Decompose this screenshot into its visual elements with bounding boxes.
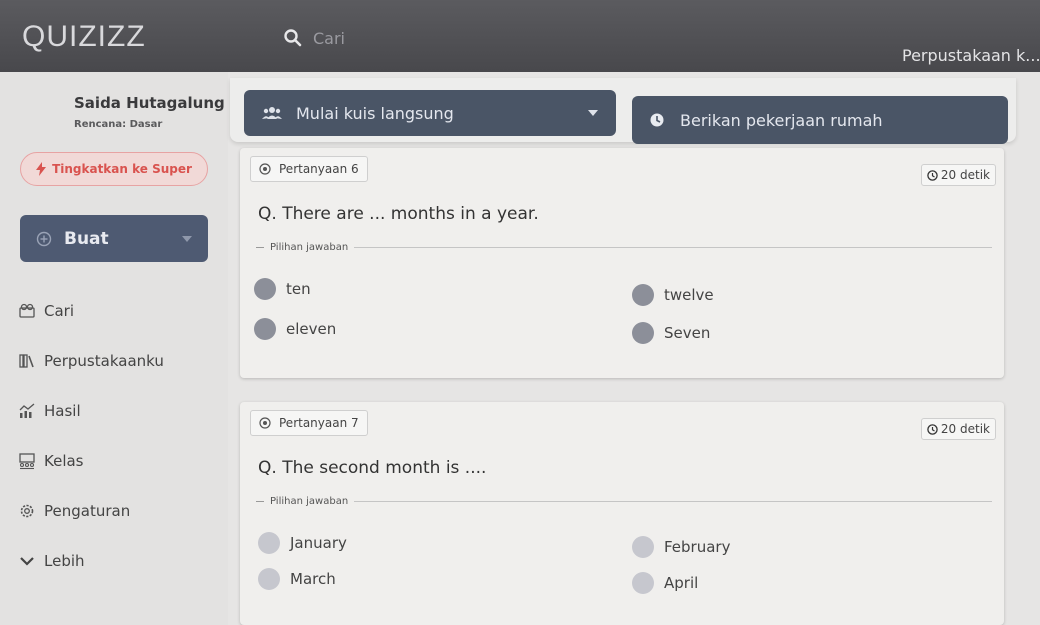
answer-choice: January <box>258 532 347 554</box>
sidebar-item-label: Kelas <box>44 452 84 470</box>
user-name[interactable]: Saida Hutagalung <box>74 94 225 112</box>
caret-down-icon <box>182 235 192 242</box>
sidebar-nav: Cari Perpustakaanku Hasil Kelas Pengatur… <box>18 286 164 586</box>
start-live-quiz-label: Mulai kuis langsung <box>296 103 454 123</box>
question-text: Q. The second month is .... <box>258 458 487 478</box>
question-card: Pertanyaan 7 20 detik Q. The second mont… <box>240 402 1004 625</box>
sidebar-item-hasil[interactable]: Hasil <box>18 386 164 436</box>
choice-radio-icon <box>632 284 654 306</box>
time-limit-badge[interactable]: 20 detik <box>920 164 996 186</box>
chart-icon <box>19 403 35 418</box>
search-input[interactable] <box>313 28 553 48</box>
answer-choices-label: Pilihan jawaban <box>256 242 992 253</box>
choice-radio-icon <box>258 532 280 554</box>
create-button[interactable]: Buat <box>20 215 208 262</box>
question-number: Pertanyaan 7 <box>279 416 359 430</box>
upgrade-button[interactable]: Tingkatkan ke Super <box>20 152 208 186</box>
choice-radio-icon <box>254 278 276 300</box>
time-limit-badge[interactable]: 20 detik <box>920 418 996 440</box>
question-number: Pertanyaan 6 <box>279 162 359 176</box>
question-number-badge: Pertanyaan 6 <box>250 156 368 182</box>
answer-choices-text: Pilihan jawaban <box>270 242 349 253</box>
sidebar-item-label: Pengaturan <box>44 502 131 520</box>
answer-choice: April <box>632 572 698 594</box>
choice-text: eleven <box>286 320 337 338</box>
answer-choice: Seven <box>632 322 710 344</box>
clock-icon <box>927 169 938 181</box>
sidebar-item-label: Perpustakaanku <box>44 352 164 370</box>
sidebar-item-label: Hasil <box>44 402 81 420</box>
sidebar-item-label: Lebih <box>44 552 85 570</box>
sidebar-item-pengaturan[interactable]: Pengaturan <box>18 486 164 536</box>
question-card: Pertanyaan 6 20 detik Q. There are ... m… <box>240 148 1004 378</box>
choice-text: April <box>664 574 699 592</box>
top-bar: QUIZIZZ Perpustakaan k... <box>0 0 1040 72</box>
sidebar-item-perpustakaanku[interactable]: Perpustakaanku <box>18 336 164 386</box>
answer-choice: February <box>632 536 730 558</box>
choice-text: March <box>290 570 336 588</box>
choice-text: ten <box>286 280 311 298</box>
user-plan: Rencana: Dasar <box>74 119 163 130</box>
target-icon <box>259 163 271 175</box>
sidebar-item-cari[interactable]: Cari <box>18 286 164 336</box>
time-limit: 20 detik <box>940 422 990 436</box>
answer-choice: March <box>258 568 336 590</box>
clock-icon <box>927 423 938 435</box>
target-icon <box>259 417 271 429</box>
answer-choice: twelve <box>632 284 714 306</box>
users-icon <box>262 107 282 119</box>
choice-radio-icon <box>632 572 654 594</box>
choice-radio-icon <box>632 322 654 344</box>
assign-homework-button[interactable]: Berikan pekerjaan rumah <box>632 96 1008 144</box>
sidebar-item-kelas[interactable]: Kelas <box>18 436 164 486</box>
plus-circle-icon <box>36 231 52 246</box>
choice-radio-icon <box>632 536 654 558</box>
search-icon <box>284 29 302 47</box>
sidebar-item-label: Cari <box>44 302 74 320</box>
main-content: Mulai kuis langsung Berikan pekerjaan ru… <box>228 72 1040 625</box>
time-limit: 20 detik <box>940 168 990 182</box>
upgrade-label: Tingkatkan ke Super <box>52 162 192 176</box>
question-number-badge: Pertanyaan 7 <box>250 410 368 436</box>
question-text: Q. There are ... months in a year. <box>258 204 539 224</box>
search-icon <box>19 303 35 318</box>
start-live-quiz-button[interactable]: Mulai kuis langsung <box>244 90 616 136</box>
sidebar: Saida Hutagalung Rencana: Dasar Tingkatk… <box>0 72 228 625</box>
choice-radio-icon <box>258 568 280 590</box>
sidebar-item-lebih[interactable]: Lebih <box>18 536 164 586</box>
chevron-down-icon <box>20 557 34 566</box>
create-label: Buat <box>64 228 109 249</box>
caret-down-icon <box>588 110 598 116</box>
answer-choices-text: Pilihan jawaban <box>270 496 349 507</box>
quizizz-logo[interactable]: QUIZIZZ <box>22 20 146 54</box>
lightning-icon <box>36 162 47 176</box>
choice-text: January <box>290 534 347 552</box>
answer-choices-label: Pilihan jawaban <box>256 496 992 507</box>
classroom-icon <box>19 453 35 470</box>
answer-choice: ten <box>254 278 311 300</box>
choice-text: twelve <box>664 286 714 304</box>
gear-icon <box>20 504 34 518</box>
search-bar[interactable] <box>283 28 553 48</box>
library-link[interactable]: Perpustakaan k... <box>902 46 1040 65</box>
choice-radio-icon <box>254 318 276 340</box>
library-icon <box>19 354 34 368</box>
choice-text: Seven <box>664 324 711 342</box>
answer-choice: eleven <box>254 318 336 340</box>
choice-text: February <box>664 538 731 556</box>
assign-homework-label: Berikan pekerjaan rumah <box>680 110 883 130</box>
clock-icon <box>650 113 664 127</box>
